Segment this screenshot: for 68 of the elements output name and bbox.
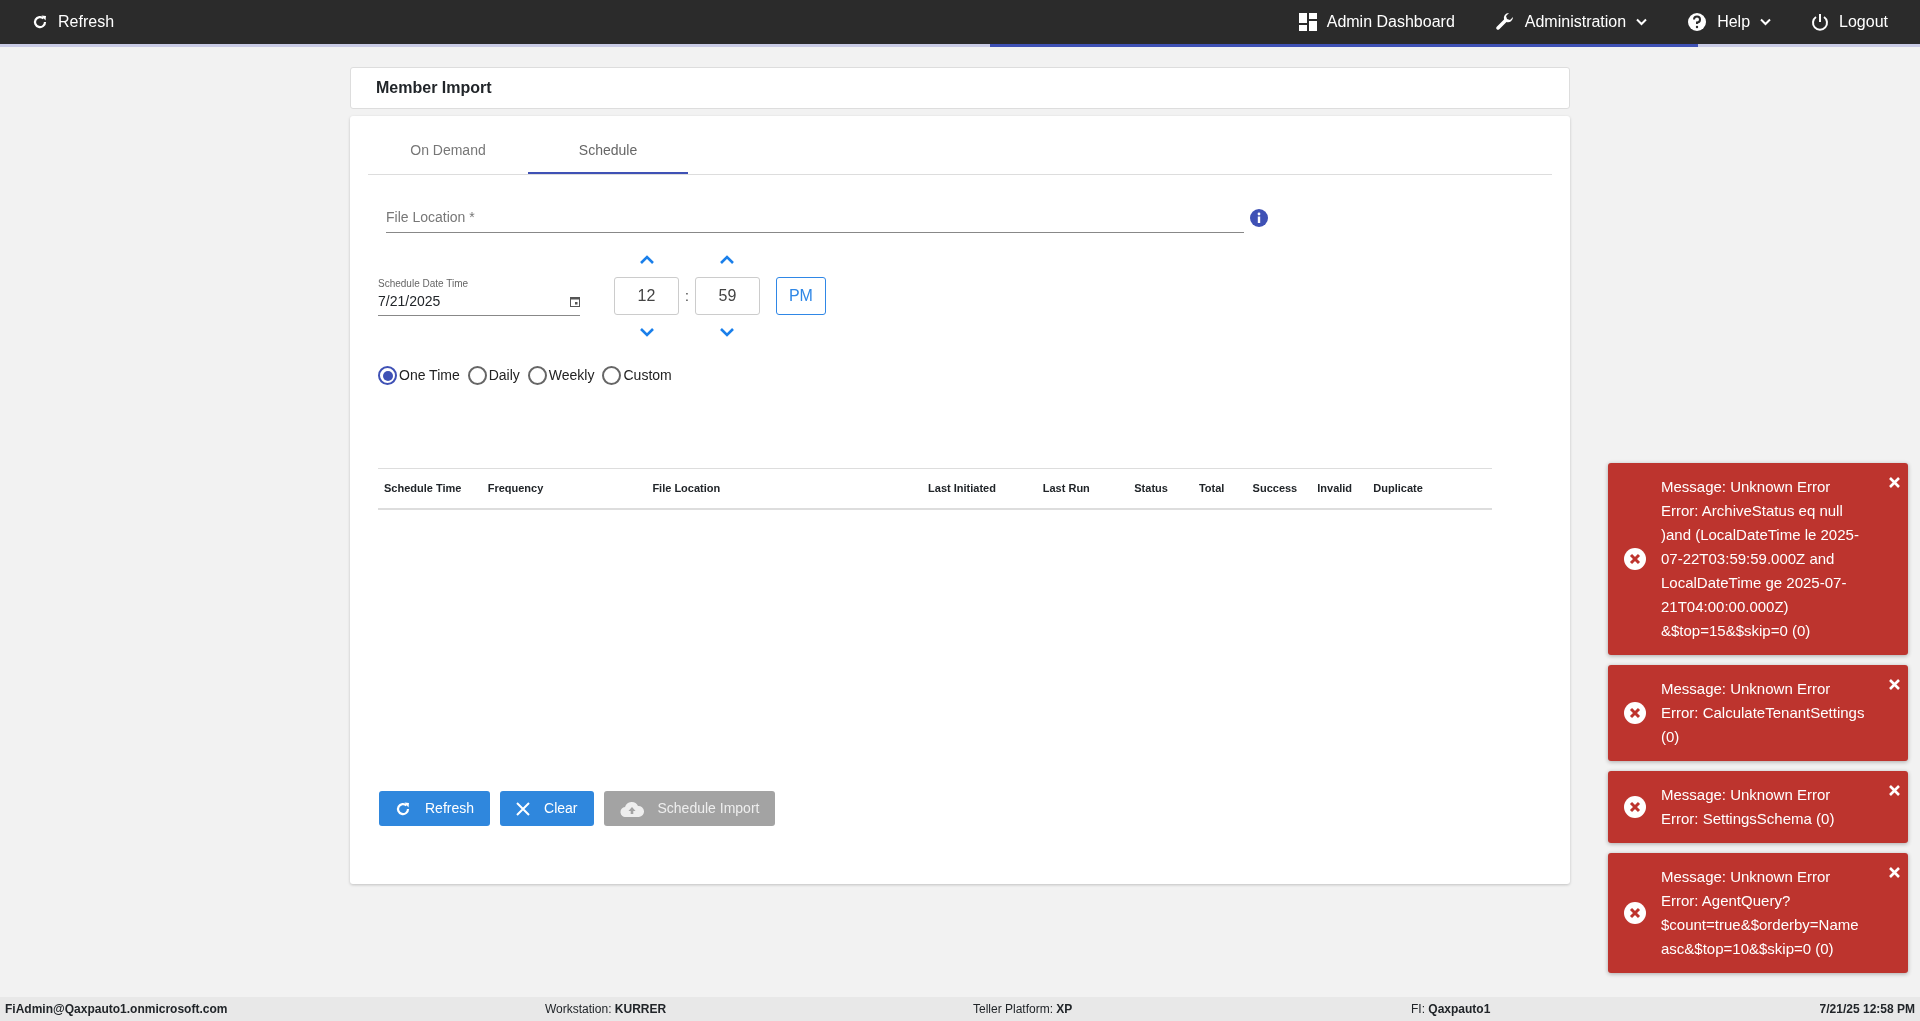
toast-message: Message: Unknown Error Error: ArchiveStatus eq null )and (LocalDateTime le 2025-07-22T03:59:59.000Z and LocalDateTime ge 2025-07-21T04:00:00.000Z) &$top=15&$skip=0 (0) (1661, 477, 1860, 641)
close-icon (516, 801, 531, 816)
chevron-up-icon[interactable] (639, 255, 654, 265)
radio-circle[interactable] (378, 366, 397, 385)
dashboard-icon (1298, 13, 1317, 31)
refresh-icon (395, 800, 411, 817)
column-header: Last Run (1041, 481, 1091, 497)
column-header: Success (1251, 481, 1299, 497)
column-header: Total (1197, 481, 1226, 497)
dashboard-menu[interactable]: Admin Dashboard (1298, 10, 1455, 34)
radio-circle[interactable] (467, 366, 487, 385)
platform-info: Teller Platform: XP (973, 1002, 1073, 1016)
date-value: 7/21/2025 (378, 292, 441, 311)
close-icon[interactable] (1889, 785, 1900, 796)
time-separator: : (685, 286, 689, 306)
radio-option[interactable]: Daily (467, 365, 520, 386)
fi-info: FI: Qaxpauto1 (1411, 1002, 1491, 1016)
am-pm-toggle[interactable]: PM (775, 277, 826, 315)
toast-message: Message: Unknown Error Error: AgentQuery? $count=true&$orderby=Name asc&$top=10&$skip=0 (0) (1661, 867, 1860, 959)
refresh-button[interactable]: Refresh (379, 791, 491, 826)
caret-icon (1636, 18, 1648, 26)
column-header: Invalid (1316, 481, 1354, 497)
radio-option[interactable]: Weekly (527, 365, 595, 386)
chevron-down-icon[interactable] (639, 327, 654, 337)
minute-field[interactable]: 59 (694, 277, 760, 315)
column-header: Last Initiated (927, 481, 997, 497)
power-menu[interactable]: Logout (1811, 10, 1888, 34)
error-icon (1623, 795, 1647, 819)
column-header: File Location (651, 481, 722, 497)
refresh-link[interactable]: Refresh (32, 10, 115, 34)
hour-field[interactable]: 12 (614, 277, 679, 315)
wrench-menu[interactable]: Administration (1494, 10, 1648, 34)
date-field[interactable]: Schedule Date Time 7/21/2025 (378, 276, 580, 316)
column-header: Duplicate (1372, 481, 1424, 497)
cloud-upload-icon (619, 800, 644, 817)
column-header: Schedule Time (383, 481, 463, 497)
toast-message: Message: Unknown Error Error: CalculateTenantSettings (0) (1661, 679, 1866, 747)
column-header: Frequency (486, 481, 545, 497)
workstation-info: Workstation: KURRER (545, 1002, 667, 1016)
chevron-up-icon[interactable] (720, 255, 735, 265)
tab[interactable]: Schedule (528, 128, 688, 174)
close-icon[interactable] (1889, 477, 1900, 488)
power-icon (1811, 13, 1830, 31)
status-datetime: 7/21/25 12:58 PM (1819, 1001, 1915, 1018)
column-header: Status (1133, 481, 1169, 497)
page-title-card: Member Import (350, 67, 1570, 109)
wrench-icon (1494, 12, 1515, 32)
error-icon (1623, 701, 1647, 725)
radio-circle[interactable] (602, 366, 622, 385)
caret-icon (1760, 18, 1772, 26)
radio-circle[interactable] (527, 366, 547, 385)
refresh-icon (32, 14, 48, 30)
info-icon[interactable] (1250, 209, 1268, 227)
chevron-down-icon[interactable] (720, 327, 735, 337)
user-email: FiAdmin@Qaxpauto1.onmicrosoft.com (5, 1001, 229, 1018)
help-menu[interactable]: Help (1687, 10, 1772, 34)
toast-message: Message: Unknown Error Error: SettingsSchema (0) (1661, 785, 1836, 829)
clear-button[interactable]: Clear (500, 791, 594, 826)
calendar-icon[interactable] (570, 296, 580, 307)
tab[interactable]: On Demand (368, 128, 528, 174)
error-icon (1623, 547, 1647, 571)
close-icon[interactable] (1889, 679, 1900, 690)
help-icon (1687, 12, 1708, 32)
date-label: Schedule Date Time (378, 277, 470, 291)
close-icon[interactable] (1889, 867, 1900, 878)
radio-option[interactable]: Custom (602, 365, 672, 386)
error-icon (1623, 901, 1647, 925)
radio-option[interactable]: One Time (378, 365, 460, 386)
